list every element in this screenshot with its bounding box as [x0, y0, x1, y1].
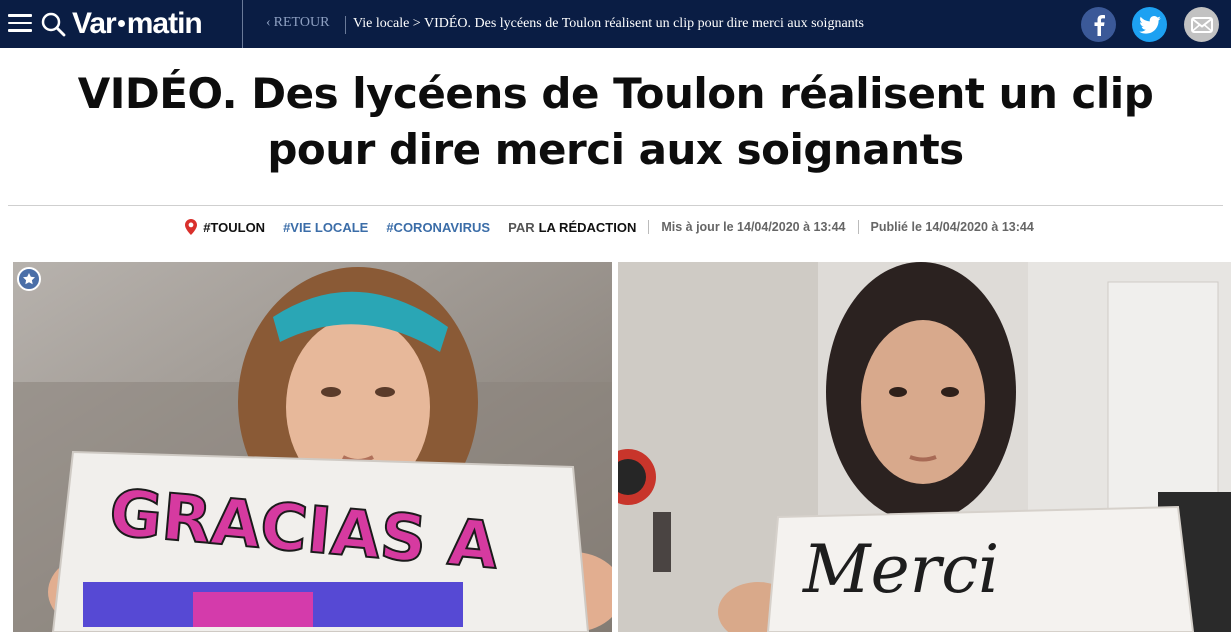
breadcrumb-separator: >	[409, 16, 424, 31]
article-meta: #TOULON #VIE LOCALE #CORONAVIRUS PAR LA …	[0, 219, 1231, 235]
hamburger-menu-icon[interactable]	[8, 14, 32, 34]
breadcrumb-divider	[345, 16, 346, 34]
email-share-button[interactable]	[1184, 7, 1219, 42]
tag-toulon[interactable]: #TOULON	[203, 220, 265, 235]
facebook-icon	[1094, 14, 1105, 36]
logo-text-var: Var	[72, 7, 117, 40]
logo-dot	[117, 19, 125, 27]
breadcrumb: Vie locale > VIDÉO. Des lycéens de Toulo…	[353, 16, 864, 32]
chevron-left-icon: ‹	[266, 15, 271, 30]
facebook-share-button[interactable]	[1081, 7, 1116, 42]
byline-prefix: PAR	[508, 219, 535, 235]
twitter-share-button[interactable]	[1132, 7, 1167, 42]
meta-divider	[648, 220, 650, 234]
back-link[interactable]: ‹ RETOUR	[266, 15, 329, 31]
location-pin-icon	[185, 219, 198, 235]
updated-date: Mis à jour le 14/04/2020 à 13:44	[661, 220, 846, 234]
student-merci-sign-photo: Merci	[618, 262, 1231, 632]
title-divider	[8, 205, 1223, 206]
breadcrumb-section-link[interactable]: Vie locale	[353, 16, 409, 31]
top-navigation-bar: Var matin ‹ RETOUR Vie locale > VIDÉO. Des…	[0, 0, 1231, 48]
sign-text-right: Merci	[802, 531, 999, 608]
back-label: RETOUR	[273, 15, 330, 30]
tag-coronavirus[interactable]: #CORONAVIRUS	[386, 220, 490, 235]
twitter-icon	[1138, 15, 1161, 34]
star-badge-icon	[17, 267, 41, 291]
published-date: Publié le 14/04/2020 à 13:44	[870, 220, 1034, 234]
site-logo[interactable]: Var matin	[72, 5, 203, 43]
header-divider	[242, 0, 243, 48]
meta-divider	[857, 220, 859, 234]
logo-text-matin: matin	[126, 7, 203, 40]
search-icon[interactable]	[40, 11, 66, 37]
tag-vie-locale[interactable]: #VIE LOCALE	[283, 220, 368, 235]
breadcrumb-current: VIDÉO. Des lycéens de Toulon réalisent u…	[423, 16, 864, 31]
article-title: VIDÉO. Des lycéens de Toulon réalisent u…	[77, 69, 1154, 174]
byline-author: LA RÉDACTION	[538, 219, 637, 235]
student-holding-sign-photo: GRACIAS A	[13, 262, 612, 632]
mail-icon	[1190, 16, 1213, 33]
video-thumbnail-right[interactable]: Merci	[618, 262, 1231, 632]
video-thumbnail-left[interactable]: GRACIAS A	[13, 262, 612, 632]
